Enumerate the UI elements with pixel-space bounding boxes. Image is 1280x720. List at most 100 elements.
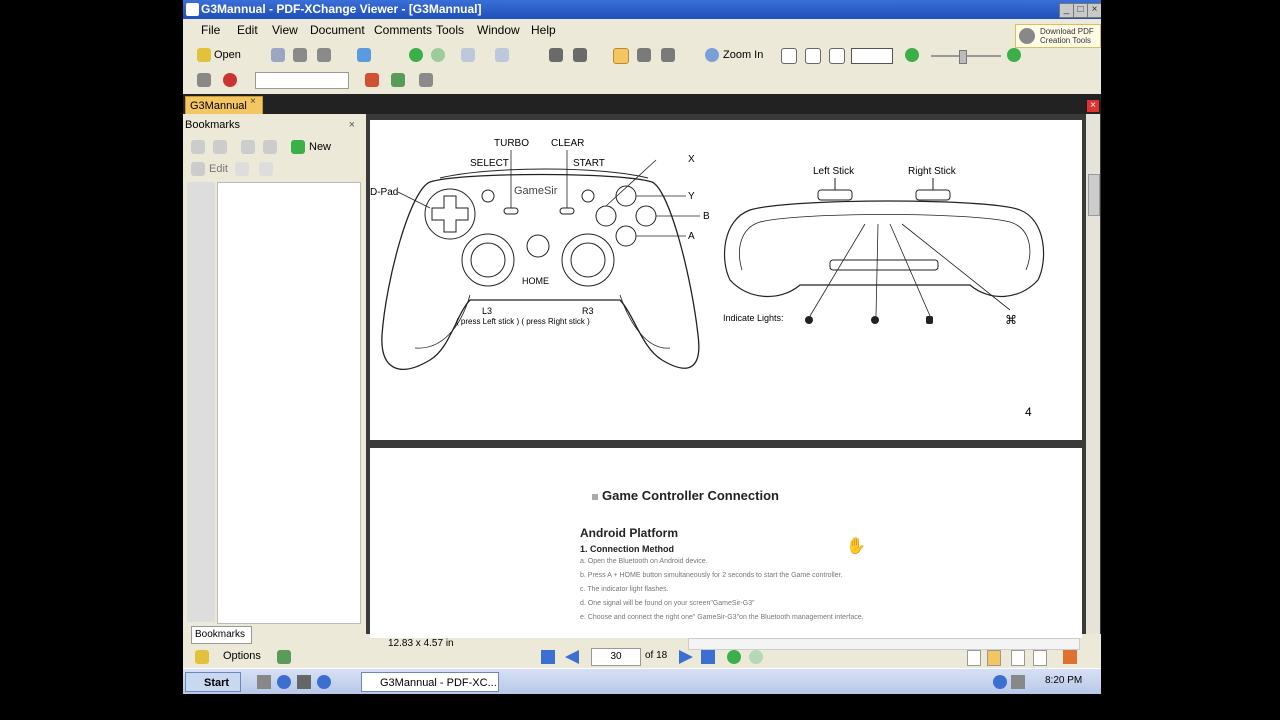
highlight-icon[interactable]	[391, 73, 405, 87]
tab-close-icon[interactable]: ×	[250, 93, 256, 111]
edit-bookmark-button[interactable]: Edit	[209, 163, 228, 175]
window-title: G3Mannual - PDF-XChange Viewer - [G3Mann…	[201, 2, 482, 16]
go-forward-icon[interactable]	[749, 650, 763, 664]
open-icon[interactable]	[197, 48, 211, 62]
taskbar-item-pdf-xchange[interactable]: G3Mannual - PDF-XC...	[361, 672, 499, 692]
zoom-plus-icon[interactable]	[1007, 48, 1021, 62]
facing-icon[interactable]	[1011, 650, 1025, 666]
browser-icon[interactable]	[277, 675, 291, 689]
label-indicate-lights: Indicate Lights:	[723, 313, 784, 323]
r3-stick-outer	[561, 233, 615, 287]
vertical-scroll-thumb[interactable]	[1088, 174, 1100, 216]
bookmarks-tab[interactable]: Bookmarks	[191, 626, 252, 644]
volume-icon[interactable]	[1011, 675, 1025, 689]
menu-document[interactable]: Document	[310, 23, 365, 37]
maximize-button[interactable]: □	[1073, 3, 1088, 18]
go-back-icon[interactable]	[727, 650, 741, 664]
save-icon[interactable]	[271, 48, 285, 62]
fit-page-icon[interactable]	[805, 48, 821, 64]
tool-icon[interactable]	[277, 650, 291, 664]
stamp-icon[interactable]	[365, 73, 379, 87]
close-button[interactable]: ×	[1087, 3, 1101, 18]
panel-close-icon[interactable]: ×	[349, 116, 355, 134]
refresh-icon[interactable]	[317, 675, 331, 689]
screen: G3Mannual - PDF-XChange Viewer - [G3Mann…	[183, 0, 1101, 694]
redo-icon[interactable]	[495, 48, 509, 62]
menu-help[interactable]: Help	[531, 23, 556, 37]
menu-tools[interactable]: Tools	[436, 23, 464, 37]
menu-edit[interactable]: Edit	[237, 23, 258, 37]
main-toolbar: Open Zoom In	[183, 43, 1101, 68]
ie-icon[interactable]	[1063, 650, 1077, 664]
fit-width-icon[interactable]	[829, 48, 845, 64]
bookmarks-list[interactable]	[217, 182, 361, 624]
zoom-out-bookmark-icon[interactable]	[263, 140, 277, 154]
rotate-left-icon[interactable]	[549, 48, 563, 62]
next-page-icon[interactable]	[679, 650, 693, 664]
zoom-icon[interactable]	[705, 48, 719, 62]
minimize-button[interactable]: _	[1059, 3, 1074, 18]
start-button[interactable]: Start	[185, 672, 241, 692]
menu-file[interactable]: File	[201, 23, 220, 37]
zoom-out-icon[interactable]	[905, 48, 919, 62]
no-sign-icon[interactable]	[223, 73, 237, 87]
close-document-icon[interactable]: ×	[1087, 100, 1099, 112]
expand-icon[interactable]	[191, 140, 205, 154]
label-b: B	[703, 211, 710, 222]
actual-size-icon[interactable]	[781, 48, 797, 64]
glasses-icon[interactable]	[197, 73, 211, 87]
open-button[interactable]: Open	[214, 49, 241, 61]
label-y: Y	[688, 191, 695, 202]
fit-visible-selector[interactable]	[851, 48, 893, 64]
options-icon[interactable]	[195, 650, 209, 664]
zoom-in-button[interactable]: Zoom In	[723, 49, 763, 61]
continuous-icon[interactable]	[987, 650, 1001, 666]
options-button[interactable]: Options	[223, 650, 261, 662]
collapse-icon[interactable]	[213, 140, 227, 154]
forward-icon[interactable]	[431, 48, 445, 62]
menu-comments[interactable]: Comments	[374, 23, 432, 37]
tab-g3mannual[interactable]: G3Mannual ×	[185, 96, 263, 116]
download-icon	[1019, 28, 1035, 44]
undo-icon[interactable]	[461, 48, 475, 62]
scan-icon[interactable]	[317, 48, 331, 62]
new-bookmark-button[interactable]: New	[309, 141, 331, 153]
zoom-slider-thumb[interactable]	[959, 50, 967, 64]
hand-tool-icon[interactable]	[613, 48, 629, 64]
media-icon[interactable]	[297, 675, 311, 689]
edit-icon[interactable]	[191, 162, 205, 176]
search-input[interactable]	[255, 72, 349, 89]
properties-icon[interactable]	[357, 48, 371, 62]
secondary-toolbar	[183, 68, 1101, 93]
properties-bookmark-icon[interactable]	[259, 162, 273, 176]
select-text-icon[interactable]	[637, 48, 651, 62]
new-bookmark-icon[interactable]	[291, 140, 305, 154]
desktop-icon[interactable]	[257, 675, 271, 689]
snapshot-icon[interactable]	[661, 48, 675, 62]
vertical-scrollbar[interactable]	[1086, 114, 1100, 634]
pencil-icon[interactable]	[419, 73, 433, 87]
last-page-icon[interactable]	[701, 650, 715, 664]
r3-stick-inner	[570, 242, 606, 278]
platform-title: Android Platform	[580, 526, 678, 540]
continuous-facing-icon[interactable]	[1033, 650, 1047, 666]
page-4: TURBO CLEAR SELECT START D-Pad GameSir X…	[370, 120, 1082, 440]
print-icon[interactable]	[293, 48, 307, 62]
rotate-right-icon[interactable]	[573, 48, 587, 62]
connection-method: 1. Connection Method	[580, 544, 674, 554]
delete-bookmark-icon[interactable]	[235, 162, 249, 176]
page-number-input[interactable]: 30	[591, 648, 641, 666]
first-page-icon[interactable]	[541, 650, 555, 664]
top-view-outline	[724, 200, 1045, 297]
label-left-stick: Left Stick	[813, 166, 855, 177]
network-icon[interactable]	[993, 675, 1007, 689]
label-x: X	[688, 154, 695, 165]
menu-view[interactable]: View	[272, 23, 298, 37]
previous-page-icon[interactable]	[565, 650, 579, 664]
back-icon[interactable]	[409, 48, 423, 62]
clock: 8:20 PM	[1045, 675, 1083, 686]
zoom-bookmark-icon[interactable]	[241, 140, 255, 154]
single-page-icon[interactable]	[967, 650, 981, 666]
document-area[interactable]: TURBO CLEAR SELECT START D-Pad GameSir X…	[366, 114, 1101, 638]
menu-window[interactable]: Window	[477, 23, 520, 37]
